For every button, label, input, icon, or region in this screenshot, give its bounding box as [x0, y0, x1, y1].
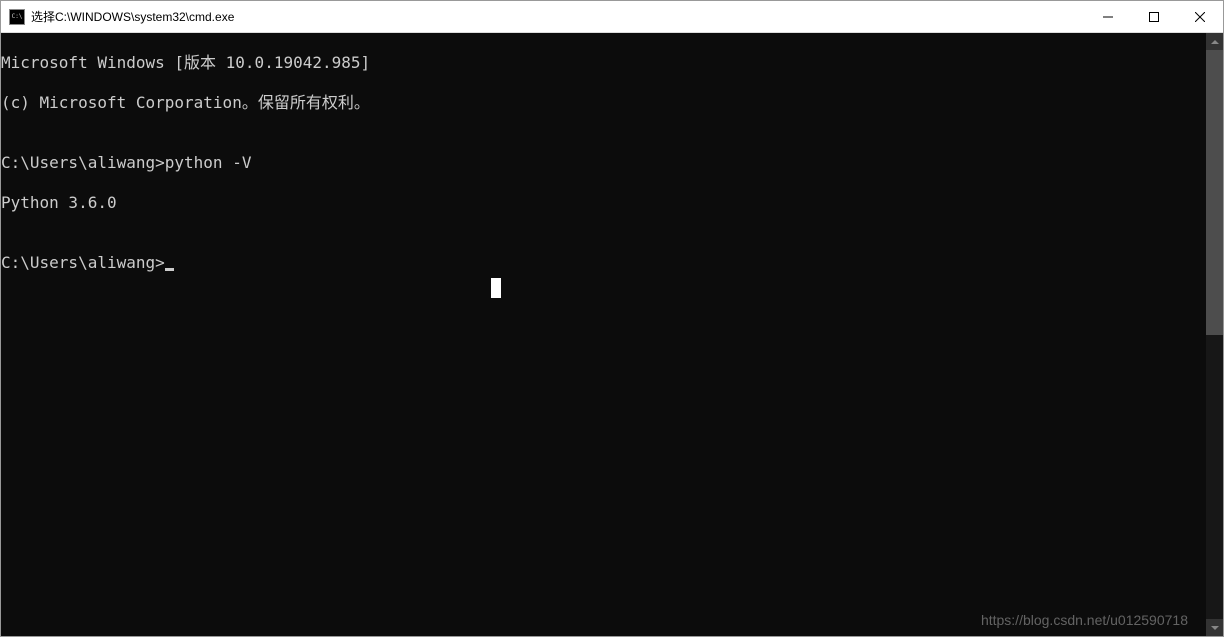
terminal-line: Microsoft Windows [版本 10.0.19042.985] — [1, 53, 1206, 73]
watermark-text: https://blog.csdn.net/u012590718 — [981, 610, 1188, 630]
cmd-icon — [9, 9, 25, 25]
terminal-line: (c) Microsoft Corporation。保留所有权利。 — [1, 93, 1206, 113]
scrollbar-track[interactable] — [1206, 50, 1223, 619]
window-title: 选择C:\WINDOWS\system32\cmd.exe — [31, 8, 1085, 25]
titlebar[interactable]: 选择C:\WINDOWS\system32\cmd.exe — [1, 1, 1223, 33]
minimize-button[interactable] — [1085, 1, 1131, 32]
close-icon — [1195, 12, 1205, 22]
scrollbar-thumb[interactable] — [1206, 50, 1223, 335]
terminal-line: C:\Users\aliwang>python -V — [1, 153, 1206, 173]
cmd-window: 选择C:\WINDOWS\system32\cmd.exe Microsoft … — [0, 0, 1224, 637]
close-button[interactable] — [1177, 1, 1223, 32]
maximize-icon — [1149, 12, 1159, 22]
minimize-icon — [1103, 12, 1113, 22]
terminal-output[interactable]: Microsoft Windows [版本 10.0.19042.985] (c… — [1, 33, 1206, 636]
terminal-line: Python 3.6.0 — [1, 193, 1206, 213]
maximize-button[interactable] — [1131, 1, 1177, 32]
text-cursor — [165, 268, 174, 271]
content-area: Microsoft Windows [版本 10.0.19042.985] (c… — [1, 33, 1223, 636]
chevron-up-icon — [1211, 40, 1219, 44]
scrollbar-up-arrow[interactable] — [1206, 33, 1223, 50]
window-controls — [1085, 1, 1223, 32]
vertical-scrollbar[interactable] — [1206, 33, 1223, 636]
selection-cursor — [491, 278, 501, 298]
scrollbar-down-arrow[interactable] — [1206, 619, 1223, 636]
chevron-down-icon — [1211, 626, 1219, 630]
prompt-text: C:\Users\aliwang> — [1, 253, 165, 272]
terminal-prompt: C:\Users\aliwang> — [1, 253, 1206, 273]
